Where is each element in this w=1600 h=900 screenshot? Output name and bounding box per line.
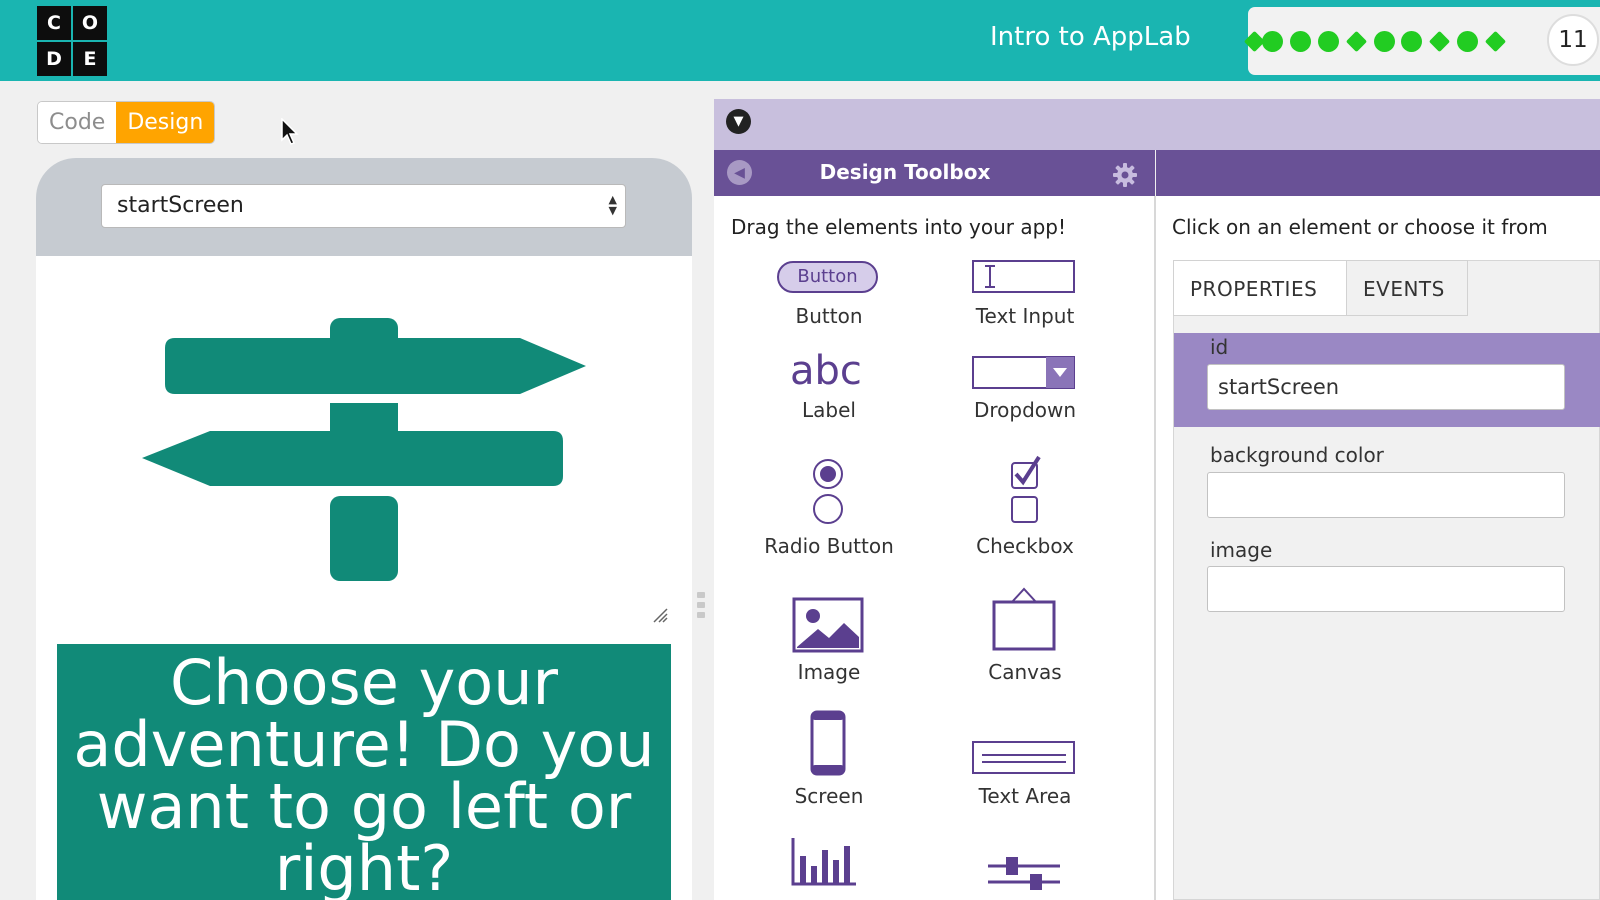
id-label: id bbox=[1210, 335, 1229, 359]
logo-letter: C bbox=[37, 6, 71, 40]
text-area-icon bbox=[972, 741, 1075, 774]
progress-level-dot[interactable] bbox=[1318, 31, 1339, 52]
background-color-label: background color bbox=[1210, 443, 1384, 467]
toolbox-item-label: Canvas bbox=[988, 660, 1062, 684]
slider-icon bbox=[988, 857, 1060, 890]
checkbox-icon bbox=[1011, 455, 1041, 523]
progress-level-diamond[interactable] bbox=[1484, 30, 1507, 53]
label-icon: abc bbox=[790, 348, 862, 394]
choose-adventure-text-label[interactable]: Choose your adventure! Do you want to go… bbox=[57, 644, 671, 900]
toolbox-item-checkbox[interactable]: Checkbox bbox=[930, 534, 1120, 558]
toolbox-item-image[interactable]: Image bbox=[734, 660, 924, 684]
label-icon-text: abc bbox=[790, 348, 862, 394]
canvas-icon bbox=[992, 587, 1056, 651]
chart-icon bbox=[791, 838, 856, 886]
image-icon bbox=[792, 597, 864, 653]
progress-level-diamond[interactable] bbox=[1428, 30, 1451, 53]
toolbox-item-label: Checkbox bbox=[976, 534, 1074, 558]
toolbox-instruction: Drag the elements into your app! bbox=[731, 215, 1067, 239]
text-input-icon bbox=[972, 260, 1075, 293]
image-input[interactable] bbox=[1207, 566, 1565, 612]
text-block-content: Choose your adventure! Do you want to go… bbox=[73, 646, 655, 900]
properties-instruction: Click on an element or choose it from bbox=[1172, 215, 1548, 239]
toolbox-item-label: Radio Button bbox=[764, 534, 894, 558]
code-design-toggle: Code Design bbox=[37, 101, 216, 144]
id-input[interactable]: startScreen bbox=[1207, 364, 1565, 410]
toolbox-item-text-input[interactable]: Text Input bbox=[930, 304, 1120, 328]
toolbox-item-radio-button[interactable]: Radio Button bbox=[734, 534, 924, 558]
logo-letter: E bbox=[73, 42, 107, 76]
screen-select-value: startScreen bbox=[117, 193, 244, 218]
button-icon: Button bbox=[777, 261, 878, 293]
tab-properties[interactable]: PROPERTIES bbox=[1173, 260, 1347, 316]
toolbox-item-dropdown[interactable]: Dropdown bbox=[930, 398, 1120, 422]
toolbox-item-label: Screen bbox=[794, 784, 864, 808]
collapse-chevron-icon[interactable]: ▼ bbox=[726, 109, 751, 134]
progress-level-diamond[interactable] bbox=[1345, 30, 1368, 53]
toolbox-item-screen[interactable]: Screen bbox=[734, 784, 924, 808]
progress-level-dot[interactable] bbox=[1262, 31, 1283, 52]
toolbox-item-text-area[interactable]: Text Area bbox=[930, 784, 1120, 808]
background-color-input[interactable] bbox=[1207, 472, 1565, 518]
resize-grip-icon[interactable] bbox=[652, 607, 668, 623]
progress-level-dot[interactable] bbox=[1457, 31, 1478, 52]
toolbox-item-label: Text Area bbox=[978, 784, 1072, 808]
code-mode-button[interactable]: Code bbox=[38, 102, 117, 143]
panel-resize-handle[interactable] bbox=[697, 592, 705, 622]
current-level-number[interactable]: 11 bbox=[1547, 14, 1599, 66]
toolbox-item-button[interactable]: Button bbox=[734, 304, 924, 328]
screen-select-dropdown[interactable]: startScreen ▲ ▼ bbox=[101, 184, 626, 228]
toolbox-title: Design Toolbox bbox=[819, 160, 991, 184]
image-label: image bbox=[1210, 538, 1273, 562]
button-icon-text: Button bbox=[797, 266, 858, 287]
code-org-logo[interactable]: C O D E bbox=[37, 6, 107, 76]
lesson-title[interactable]: Intro to AppLab bbox=[990, 22, 1191, 52]
mouse-cursor-icon bbox=[281, 118, 299, 145]
workspace-header bbox=[714, 99, 1600, 150]
progress-level-dot[interactable] bbox=[1401, 31, 1422, 52]
toolbox-item-label[interactable]: Label bbox=[734, 398, 924, 422]
gear-icon[interactable] bbox=[1111, 161, 1139, 189]
back-chevron-icon[interactable]: ◀ bbox=[727, 160, 752, 185]
progress-level-dot[interactable] bbox=[1290, 31, 1311, 52]
properties-header bbox=[1156, 150, 1600, 196]
toolbox-item-label: Image bbox=[797, 660, 861, 684]
signpost-image[interactable] bbox=[140, 318, 590, 583]
progress-level-dot[interactable] bbox=[1374, 31, 1395, 52]
design-mode-button[interactable]: Design bbox=[116, 102, 215, 143]
toolbox-item-canvas[interactable]: Canvas bbox=[930, 660, 1120, 684]
toolbox-item-label: Dropdown bbox=[973, 398, 1077, 422]
toolbox-item-label: Text Input bbox=[975, 304, 1075, 328]
radio-button-icon bbox=[813, 459, 843, 524]
toolbox-item-label: Button bbox=[795, 304, 863, 328]
logo-letter: D bbox=[37, 42, 71, 76]
screen-icon bbox=[810, 710, 846, 776]
tab-events[interactable]: EVENTS bbox=[1346, 260, 1468, 316]
dropdown-icon bbox=[972, 356, 1075, 389]
logo-letter: O bbox=[73, 6, 107, 40]
select-arrows-icon: ▲ ▼ bbox=[608, 193, 617, 217]
toolbox-item-label-text: Label bbox=[802, 398, 856, 422]
